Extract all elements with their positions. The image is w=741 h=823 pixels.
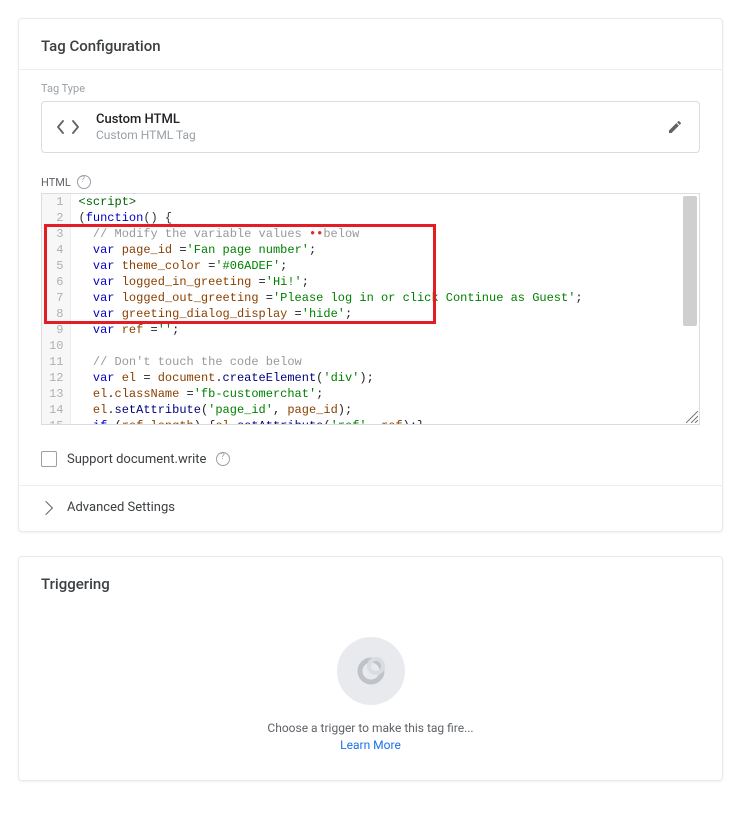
html-code-editor[interactable]: 1<script>2(function() {3 // Modify the v…: [41, 193, 700, 425]
code-line: 3 // Modify the variable values ••below: [42, 226, 699, 242]
card-title: Triggering: [19, 557, 722, 607]
advanced-settings-label: Advanced Settings: [67, 500, 175, 515]
html-label: HTML: [41, 176, 71, 189]
triggering-empty-state[interactable]: Choose a trigger to make this tag fire..…: [19, 607, 722, 780]
code-line: 14 el.setAttribute('page_id', page_id);: [42, 402, 699, 418]
tag-configuration-card: Tag Configuration Tag Type Custom HTML C…: [18, 18, 723, 532]
tag-type-label: Tag Type: [19, 70, 722, 101]
trigger-text: Choose a trigger to make this tag fire..…: [267, 721, 473, 735]
code-brackets-icon: [56, 115, 80, 139]
code-line: 2(function() {: [42, 210, 699, 226]
tag-type-name: Custom HTML: [96, 112, 196, 127]
code-line: 11 // Don't touch the code below: [42, 354, 699, 370]
code-line: 4 var page_id ='Fan page number';: [42, 242, 699, 258]
pencil-icon[interactable]: [665, 117, 685, 137]
code-line: 8 var greeting_dialog_display ='hide';: [42, 306, 699, 322]
tag-type-sub: Custom HTML Tag: [96, 128, 196, 142]
code-line: 15 if (ref.length) {el.setAttribute('ref…: [42, 418, 699, 424]
code-line: 5 var theme_color ='#06ADEF';: [42, 258, 699, 274]
chevron-right-icon: [39, 500, 53, 514]
code-line: 13 el.className ='fb-customerchat';: [42, 386, 699, 402]
help-icon[interactable]: [216, 452, 230, 466]
code-line: 7 var logged_out_greeting ='Please log i…: [42, 290, 699, 306]
code-line: 12 var el = document.createElement('div'…: [42, 370, 699, 386]
help-icon[interactable]: [77, 175, 91, 189]
support-doc-write-label: Support document.write: [67, 452, 206, 467]
trigger-placeholder-icon: [337, 637, 405, 705]
support-doc-write-checkbox[interactable]: [41, 451, 57, 467]
advanced-settings-toggle[interactable]: Advanced Settings: [19, 486, 722, 531]
learn-more-link[interactable]: Learn More: [340, 738, 401, 752]
code-line: 10: [42, 338, 699, 354]
code-line: 9 var ref ='';: [42, 322, 699, 338]
resize-grip-icon[interactable]: [686, 411, 698, 423]
scrollbar[interactable]: [683, 196, 697, 326]
code-line: 6 var logged_in_greeting ='Hi!';: [42, 274, 699, 290]
triggering-card: Triggering Choose a trigger to make this…: [18, 556, 723, 781]
card-title: Tag Configuration: [19, 19, 722, 69]
tag-type-selector[interactable]: Custom HTML Custom HTML Tag: [41, 101, 700, 153]
code-line: 1<script>: [42, 194, 699, 210]
